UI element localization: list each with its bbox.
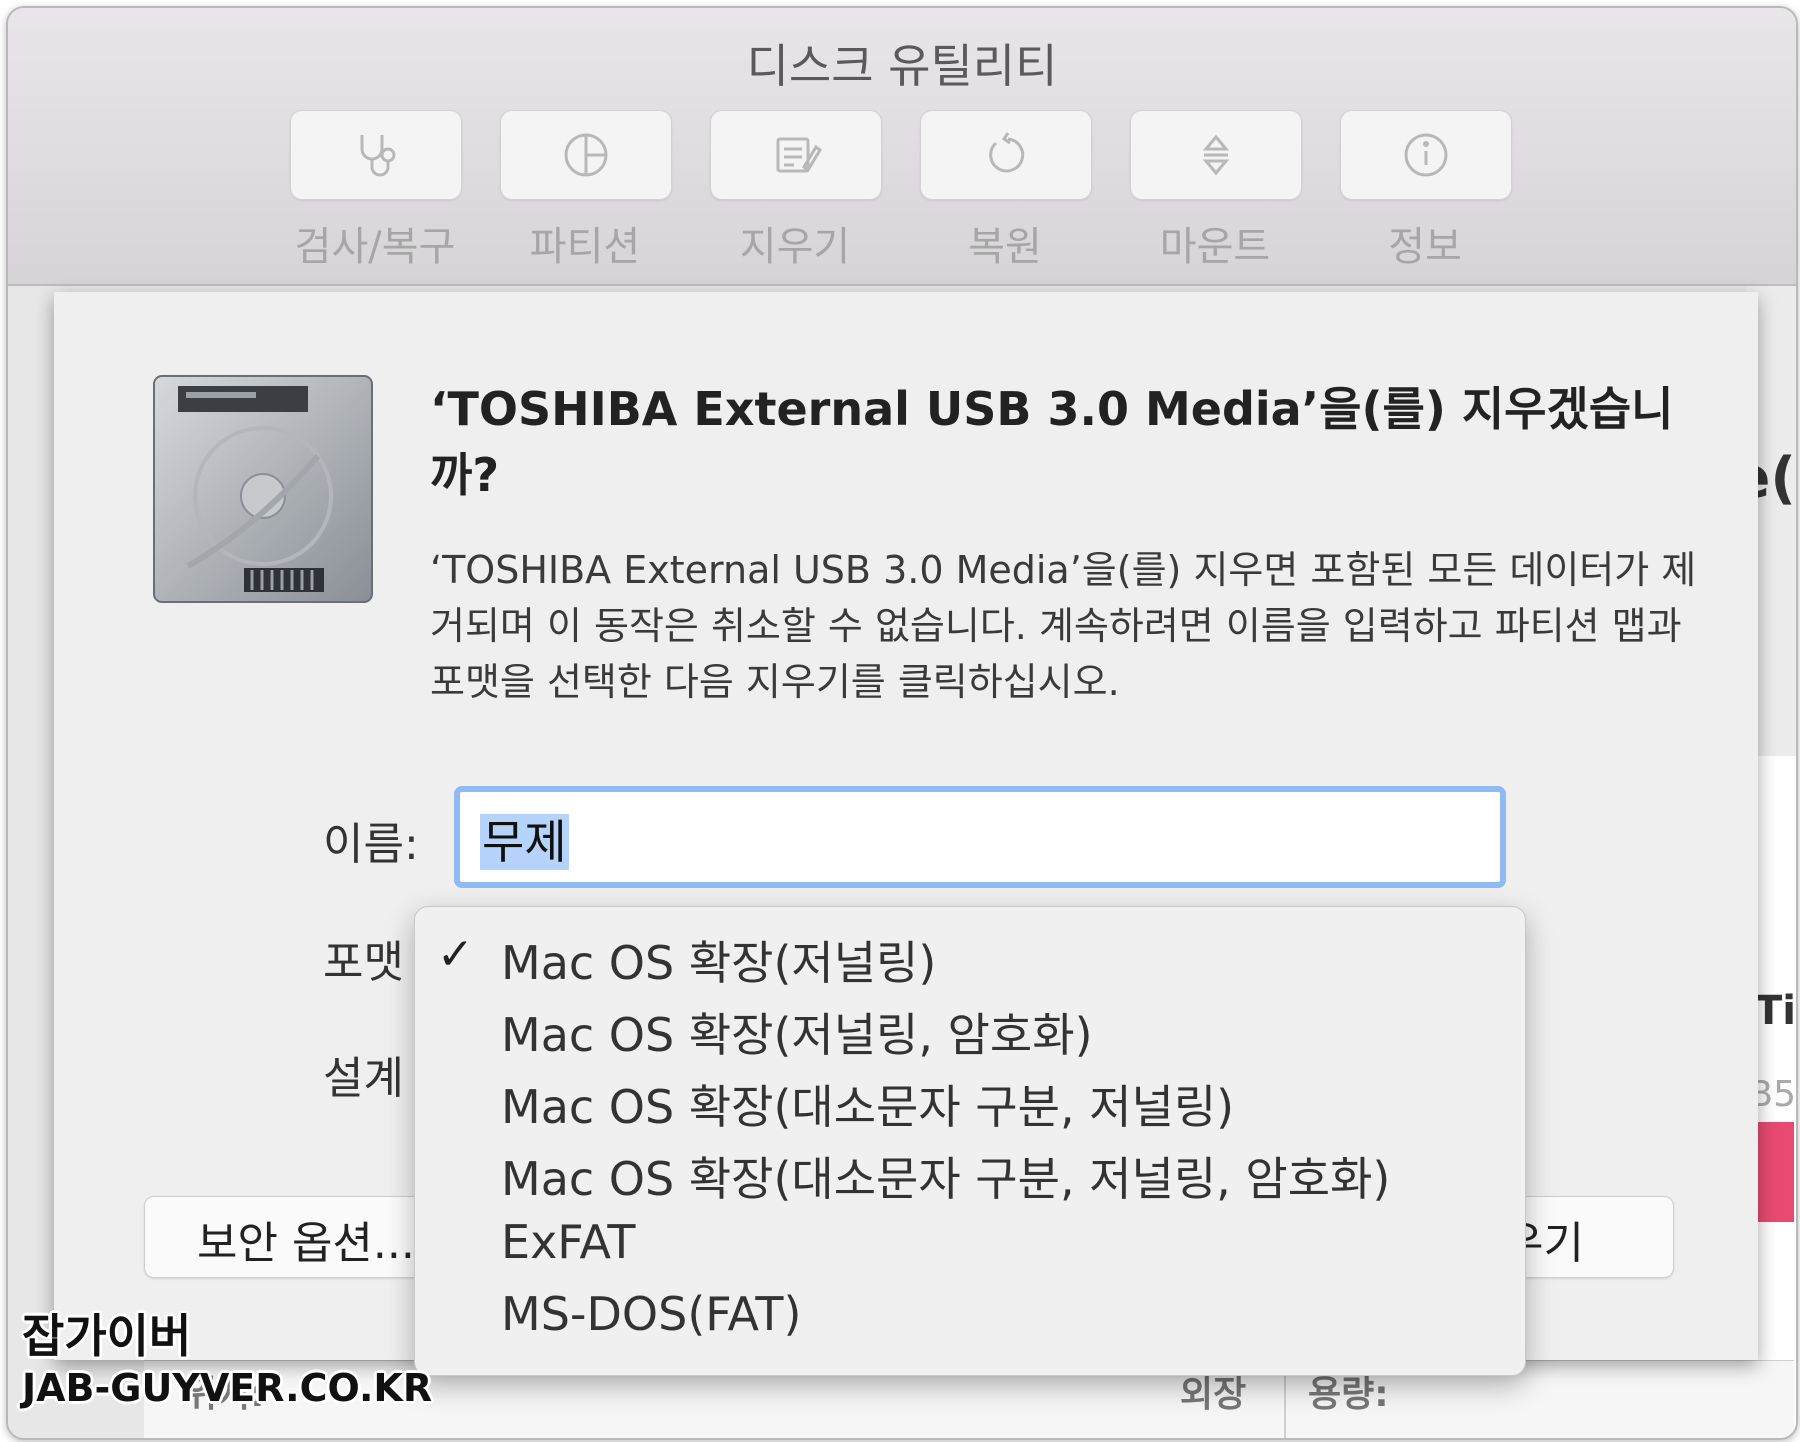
first-aid-button[interactable]: [290, 110, 462, 200]
restore-button[interactable]: [920, 110, 1092, 200]
eraser-icon: [776, 137, 822, 173]
toolbar-restore[interactable]: 복원: [920, 110, 1092, 272]
toolbar-label: 정보: [1388, 224, 1462, 270]
hard-disk-icon: [153, 375, 373, 603]
dialog-heading: ‘TOSHIBA External USB 3.0 Media’을(를) 지우겠…: [430, 382, 1674, 502]
toolbar-label: 파티션: [529, 224, 641, 270]
toolbar-erase[interactable]: 지우기: [710, 110, 882, 272]
mount-button[interactable]: [1130, 110, 1302, 200]
format-option-label: ExFAT: [501, 1215, 636, 1269]
name-input-value[interactable]: 무제: [480, 814, 569, 870]
format-option[interactable]: ✓ Mac OS 확장(저널링): [415, 921, 1525, 993]
format-option[interactable]: Mac OS 확장(대소문자 구분, 저널링, 암호화): [415, 1137, 1525, 1209]
window-title: 디스크 유틸리티: [746, 39, 1058, 93]
toolbar-partition[interactable]: 파티션: [500, 110, 672, 272]
scheme-label: 설계: [323, 1053, 404, 1104]
format-option[interactable]: ExFAT: [415, 1209, 1525, 1281]
erase-toolbar-button[interactable]: [710, 110, 882, 200]
format-option[interactable]: Mac OS 확장(대소문자 구분, 저널링): [415, 1065, 1525, 1137]
info-icon: [1404, 133, 1448, 177]
pie-chart-icon: [564, 133, 608, 177]
disk-utility-window: 디스크 유틸리티 검사/복구 파티션 지우기 복원 마운트 정보 e(Ti B…: [6, 6, 1798, 1440]
format-option-label: Mac OS 확장(대소문자 구분, 저널링): [501, 1080, 1235, 1134]
security-options-button[interactable]: 보안 옵션...: [144, 1196, 446, 1278]
security-options-label: 보안 옵션...: [197, 1218, 415, 1269]
bg-fragment: Ti: [1755, 988, 1796, 1034]
format-option[interactable]: Mac OS 확장(저널링, 암호화): [415, 993, 1525, 1065]
toolbar-info[interactable]: 정보: [1340, 110, 1512, 272]
info-button[interactable]: [1340, 110, 1512, 200]
toolbar-label: 지우기: [739, 224, 851, 270]
format-option-label: Mac OS 확장(저널링, 암호화): [501, 1008, 1093, 1062]
format-option-label: Mac OS 확장(대소문자 구분, 저널링, 암호화): [501, 1152, 1391, 1206]
watermark-url: JAB-GUYVER.CO.KR: [22, 1366, 433, 1410]
toolbar-label: 마운트: [1159, 224, 1271, 270]
mount-icon: [1202, 134, 1230, 176]
toolbar-label: 복원: [968, 224, 1042, 270]
toolbar-label: 검사/복구: [294, 224, 456, 270]
toolbar-mount[interactable]: 마운트: [1130, 110, 1302, 272]
format-label: 포맷: [323, 937, 404, 988]
format-option-label: MS-DOS(FAT): [501, 1287, 802, 1341]
watermark-title: 잡가이버: [22, 1309, 192, 1363]
dialog-message: ‘TOSHIBA External USB 3.0 Media’을(를) 지우면…: [430, 548, 1697, 704]
restore-icon: [989, 132, 1025, 173]
format-option[interactable]: MS-DOS(FAT): [415, 1281, 1525, 1353]
name-input[interactable]: 무제: [454, 786, 1506, 888]
toolbar-first-aid[interactable]: 검사/복구: [290, 110, 462, 272]
format-dropdown-menu: ✓ Mac OS 확장(저널링) Mac OS 확장(저널링, 암호화) Mac…: [414, 906, 1526, 1376]
titlebar: 디스크 유틸리티 검사/복구 파티션 지우기 복원 마운트 정보: [8, 8, 1796, 286]
partition-button[interactable]: [500, 110, 672, 200]
stethoscope-icon: [360, 135, 396, 177]
format-option-label: Mac OS 확장(저널링): [501, 936, 937, 990]
checkmark-icon: ✓: [437, 929, 474, 980]
name-label: 이름:: [323, 819, 419, 870]
